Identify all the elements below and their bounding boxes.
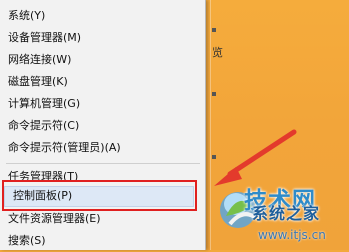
menu-item-command-prompt-admin[interactable]: 命令提示符(管理员)(A): [0, 137, 205, 159]
menu-item-computer-management[interactable]: 计算机管理(G): [0, 93, 205, 115]
desktop-dot: [212, 28, 216, 32]
desktop-dot: [212, 92, 216, 96]
menu-item-system[interactable]: 系统(Y): [0, 5, 205, 27]
menu-item-disk-management[interactable]: 磁盘管理(K): [0, 71, 205, 93]
menu-item-command-prompt[interactable]: 命令提示符(C): [0, 115, 205, 137]
context-menu: 系统(Y) 设备管理器(M) 网络连接(W) 磁盘管理(K) 计算机管理(G) …: [0, 0, 206, 250]
watermark-logo-subtitle: 系统之家: [252, 204, 321, 223]
menu-item-network-connections[interactable]: 网络连接(W): [0, 49, 205, 71]
desktop-text-fragment: 览: [212, 46, 223, 59]
menu-item-file-explorer[interactable]: 文件资源管理器(E): [0, 208, 205, 230]
watermark-url: www.itjs.cn: [258, 228, 326, 242]
menu-item-search[interactable]: 搜索(S): [0, 230, 205, 252]
menu-separator: [6, 163, 200, 164]
annotation-highlight-box: [2, 180, 197, 211]
menu-item-device-manager[interactable]: 设备管理器(M): [0, 27, 205, 49]
